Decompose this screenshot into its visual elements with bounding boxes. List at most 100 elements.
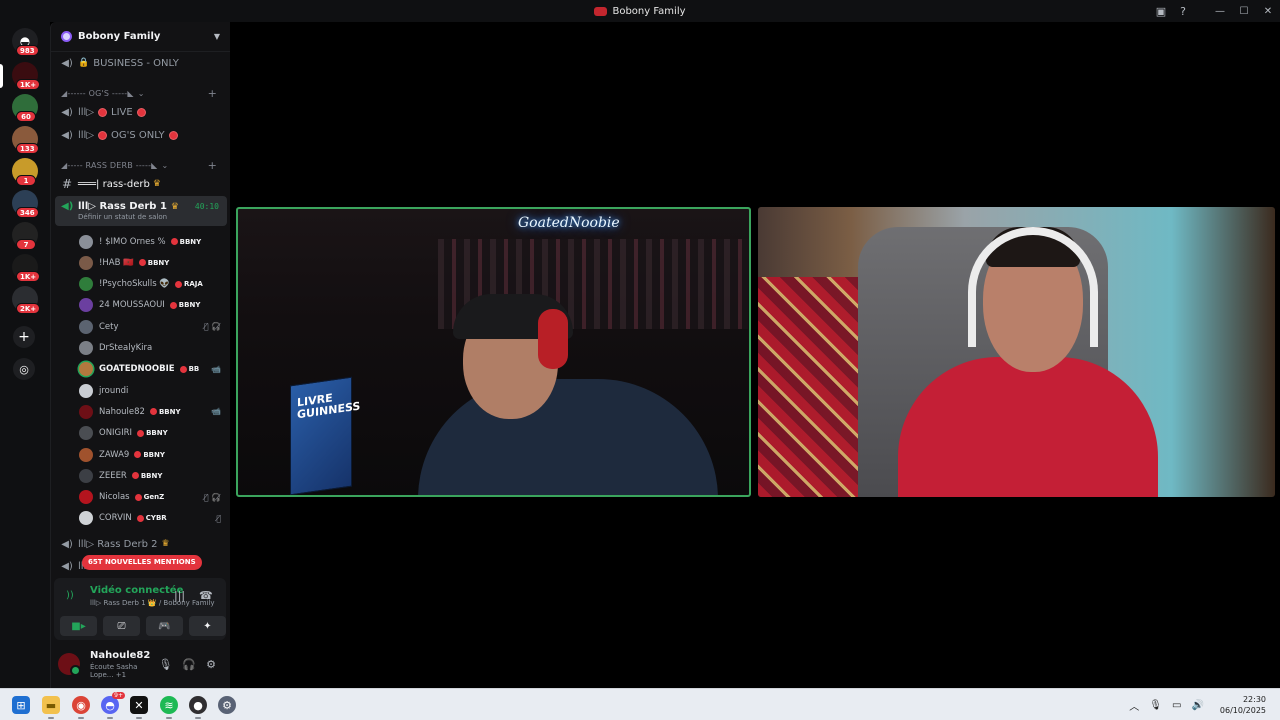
unread-badge: 2K+ bbox=[16, 303, 41, 314]
speaker-icon[interactable]: 🔊 bbox=[1191, 700, 1203, 711]
server-icon[interactable]: 1K+ bbox=[12, 254, 41, 282]
channel-label: lll▷ Rass Derb 2 bbox=[78, 538, 158, 550]
gear-icon[interactable]: ⚙ bbox=[206, 658, 216, 671]
role-tag: BB bbox=[179, 365, 200, 374]
screen-share-button[interactable]: ⎚ bbox=[103, 616, 140, 636]
obs-icon[interactable]: ● bbox=[189, 696, 207, 719]
voice-status-channel[interactable]: lll▷ Rass Derb 1 👑 / Bobony Family bbox=[90, 599, 215, 607]
direct-messages-icon[interactable]: ◓ 983 bbox=[12, 28, 39, 56]
soundboard-button[interactable]: ✦ bbox=[189, 616, 226, 636]
voice-status-title[interactable]: Vidéo connectée bbox=[90, 585, 183, 596]
activity-button[interactable]: 🎮 bbox=[146, 616, 183, 636]
microphone-icon[interactable]: 🎙 bbox=[1149, 700, 1162, 711]
voice-user[interactable]: ZEEER BBNY bbox=[51, 465, 230, 486]
windows-start-icon[interactable]: ⊞ bbox=[12, 696, 30, 714]
user-panel: Nahoule82 Écoute Sasha Lope... +1 🎙 🎧 ⚙ bbox=[54, 646, 226, 682]
server-icon[interactable]: 7 bbox=[12, 222, 38, 250]
maximize-button[interactable]: ☐ bbox=[1232, 0, 1256, 22]
file-explorer-icon[interactable]: ▬ bbox=[42, 696, 60, 719]
role-tag-label: BB bbox=[188, 365, 200, 374]
headphones-icon[interactable]: 🎧 bbox=[182, 658, 196, 671]
server-icon[interactable]: 133 bbox=[12, 126, 39, 154]
channel-label: LIVE bbox=[111, 106, 133, 118]
unread-badge: 1K+ bbox=[16, 79, 41, 90]
camera-button[interactable]: ■▸ bbox=[60, 616, 97, 636]
guild-header[interactable]: Bobony Family ▼ bbox=[51, 22, 230, 52]
voice-user[interactable]: ZAWA9 BBNY bbox=[51, 444, 230, 465]
voice-user[interactable]: DrStealyKira bbox=[51, 338, 230, 359]
inbox-icon[interactable]: ▣ bbox=[1150, 0, 1172, 22]
server-folder-icon[interactable]: 2K+ bbox=[12, 286, 41, 314]
user-info[interactable]: Nahoule82 Écoute Sasha Lope... +1 bbox=[90, 650, 158, 679]
voice-user[interactable]: jroundi bbox=[51, 380, 230, 401]
voice-user-name: CORVIN bbox=[99, 513, 132, 524]
chevron-down-icon: ⌄ bbox=[161, 160, 169, 170]
voice-user[interactable]: CORVIN CYBR 🎙̸ bbox=[51, 508, 230, 529]
channel-business[interactable]: ◀) 🔒 BUSINESS - ONLY bbox=[51, 53, 230, 73]
disconnect-icon[interactable]: ☎ bbox=[199, 589, 213, 602]
red-circle-icon bbox=[98, 107, 108, 117]
discord-icon[interactable]: ◓ 9+ bbox=[101, 692, 125, 719]
role-tag-label: BBNY bbox=[178, 301, 201, 310]
role-icon bbox=[179, 365, 187, 373]
voice-user[interactable]: ONIGIRI BBNY bbox=[51, 423, 230, 444]
system-clock[interactable]: 22:30 06/10/2025 bbox=[1220, 694, 1266, 716]
microphone-icon[interactable]: 🎙 bbox=[158, 658, 172, 671]
role-tag: BBNY bbox=[131, 472, 162, 480]
chrome-icon[interactable]: ◉ bbox=[72, 696, 90, 719]
channel-ogs-only[interactable]: ◀) lll▷ OG'S ONLY bbox=[51, 125, 230, 145]
server-icon[interactable]: 1 bbox=[12, 158, 38, 186]
video-tile-nahoule82[interactable] bbox=[758, 207, 1275, 497]
add-channel-icon[interactable]: + bbox=[208, 87, 217, 100]
voice-user[interactable]: !HAB 🇲🇦 BBNY bbox=[51, 252, 230, 273]
minimize-button[interactable]: — bbox=[1208, 0, 1232, 22]
new-mentions-pill[interactable]: 65T NOUVELLES MENTIONS bbox=[82, 555, 202, 570]
add-channel-icon[interactable]: + bbox=[208, 159, 217, 172]
signal-icon: )) bbox=[66, 590, 74, 601]
channel-status[interactable]: Définir un statut de salon bbox=[61, 213, 167, 221]
clock-time: 22:30 bbox=[1242, 695, 1266, 704]
channel-rass-derb-text[interactable]: # ═══| rass-derb ♛ bbox=[51, 174, 230, 194]
voice-user-name: ZEEER bbox=[99, 470, 127, 481]
avatar bbox=[79, 255, 93, 270]
voice-user[interactable]: Nicolas GenZ 🎙̸ 🎧̸ bbox=[51, 487, 230, 508]
voice-user-name: Nahoule82 bbox=[99, 406, 145, 417]
unread-badge: 1K+ bbox=[16, 271, 41, 282]
speaker-icon: ◀) bbox=[61, 106, 73, 118]
spotify-icon[interactable]: ≋ bbox=[160, 696, 178, 719]
speaker-icon: ◀) bbox=[61, 129, 73, 141]
server-icon[interactable]: 1K+ bbox=[12, 62, 41, 90]
channel-live[interactable]: ◀) lll▷ LIVE bbox=[51, 102, 230, 122]
server-icon[interactable]: 346 bbox=[12, 190, 39, 218]
channel-rass-derb-2[interactable]: ◀) lll▷ Rass Derb 2 ♛ bbox=[51, 534, 230, 554]
discover-icon[interactable]: ◎ bbox=[13, 358, 35, 380]
settings-icon[interactable]: ⚙ bbox=[218, 696, 236, 714]
unread-badge: 133 bbox=[16, 143, 39, 154]
close-button[interactable]: ✕ bbox=[1256, 0, 1280, 22]
chevron-up-icon[interactable]: ︿ bbox=[1129, 698, 1139, 713]
red-circle-icon bbox=[98, 130, 108, 140]
help-icon[interactable]: ? bbox=[1172, 0, 1194, 22]
voice-user[interactable]: !PsychoSkulls 👽 RAJA bbox=[51, 274, 230, 295]
speaker-icon: ◀) bbox=[61, 538, 73, 550]
add-server-icon[interactable]: + bbox=[13, 326, 35, 348]
noise-suppression-icon[interactable]: ||| bbox=[174, 589, 185, 602]
channel-rass-derb-1[interactable]: ◀) lll▷ Rass Derb 1 ♛ 40:10 Définir un s… bbox=[55, 196, 227, 226]
role-icon bbox=[134, 451, 142, 458]
voice-user[interactable]: Cety 🎙̸ 🎧̸ bbox=[51, 316, 230, 337]
speaker-icon: ◀) bbox=[61, 201, 74, 212]
voice-user[interactable]: 24 MOUSSAOUI BBNY bbox=[51, 295, 230, 316]
unread-badge: 346 bbox=[16, 207, 39, 218]
category-rass-derb[interactable]: ◢----- RASS DERB -----◣ ⌄ + bbox=[51, 158, 230, 172]
voice-user[interactable]: GOATEDNOOBIE BB 📹 bbox=[51, 359, 230, 380]
avatar[interactable] bbox=[58, 653, 81, 676]
voice-user[interactable]: ! $IMO Ornes % BBNY bbox=[51, 231, 230, 252]
capcut-icon[interactable]: ✕ bbox=[130, 696, 148, 719]
server-icon[interactable]: 60 bbox=[12, 94, 38, 122]
category-ogs[interactable]: ◢------ OG'S -----◣ ⌄ + bbox=[51, 86, 230, 100]
avatar bbox=[79, 319, 93, 334]
voice-user[interactable]: Nahoule82 BBNY 📹 bbox=[51, 401, 230, 422]
voice-user-name: Cety bbox=[99, 321, 119, 332]
display-icon[interactable]: ▭ bbox=[1172, 700, 1181, 711]
video-tile-goatednoobie[interactable]: GoatedNoobie LIVRE GUINNESS bbox=[236, 207, 751, 497]
